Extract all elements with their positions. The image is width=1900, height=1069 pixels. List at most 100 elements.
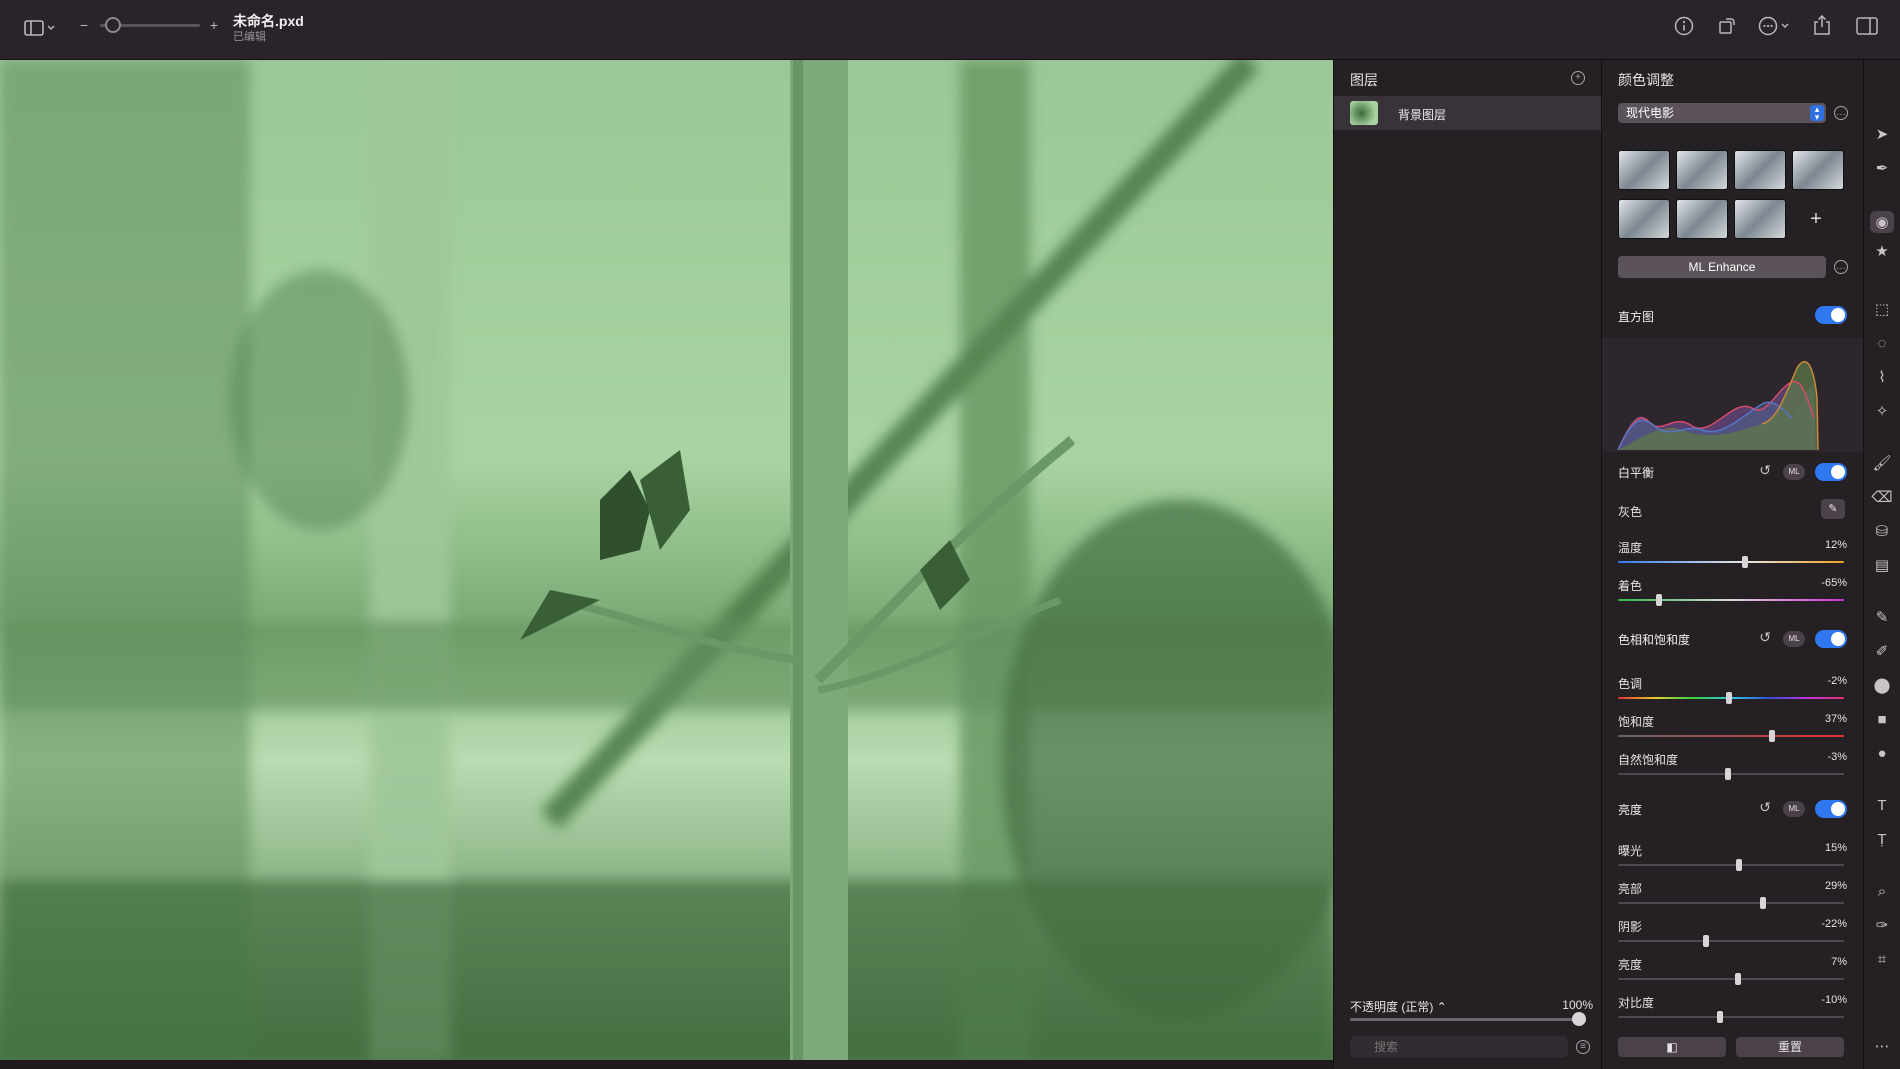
vibrance-slider[interactable] (1618, 768, 1844, 780)
preset-thumbnail[interactable] (1676, 199, 1728, 239)
hue-knob[interactable] (1725, 692, 1732, 704)
preset-thumbnail[interactable] (1618, 199, 1670, 239)
style-tool-icon[interactable]: ✒ (1870, 157, 1894, 179)
contrast-knob[interactable] (1716, 1011, 1723, 1023)
rectangle-tool-icon[interactable]: ■ (1870, 708, 1894, 730)
add-layer-icon[interactable]: + (1571, 71, 1585, 85)
zoom-slider-knob[interactable] (105, 17, 121, 33)
tint-knob[interactable] (1655, 594, 1662, 606)
brightness-slider[interactable] (1618, 973, 1844, 985)
contrast-slider[interactable] (1618, 1011, 1844, 1023)
brightness-knob[interactable] (1734, 973, 1741, 985)
preset-select[interactable]: 现代电影 ▴ ▾ (1618, 103, 1826, 123)
lasso-tool-icon[interactable]: ⌇ (1870, 366, 1894, 388)
opacity-value: 100% (1562, 998, 1593, 1012)
hue-saturation-toggle[interactable] (1815, 630, 1847, 648)
tint-value: -65% (1821, 577, 1847, 589)
compare-icon: ◧ (1666, 1040, 1678, 1054)
hue-slider[interactable] (1618, 692, 1844, 704)
pencil-tool-icon[interactable]: ✐ (1870, 640, 1894, 662)
lightness-ml-button[interactable]: ML (1783, 801, 1805, 817)
color-adjust-tool-icon[interactable]: ◉ (1870, 211, 1894, 233)
image-canvas[interactable] (0, 60, 1333, 1060)
ellipse-select-tool-icon[interactable]: ◌ (1870, 332, 1894, 354)
share-icon[interactable] (1810, 12, 1834, 38)
highlights-knob[interactable] (1759, 897, 1766, 909)
preset-thumbnail[interactable] (1792, 150, 1844, 190)
add-preset-button[interactable]: + (1790, 199, 1842, 239)
paint-bucket-icon[interactable]: ⛁ (1870, 520, 1894, 542)
magic-select-tool-icon[interactable]: ✧ (1870, 400, 1894, 422)
paint-brush-icon[interactable]: 🖌 (1870, 452, 1894, 474)
tools-sidebar: ➤ ✒ ◉ ★ ⬚ ◌ ⌇ ✧ 🖌 ⌫ ⛁ ▤ ✎ ✐ ⬤ ■ ● T Ṭ ⌕ … (1863, 60, 1900, 1069)
ml-enhance-options-icon[interactable]: … (1834, 260, 1848, 274)
tint-slider[interactable] (1618, 594, 1844, 606)
preset-name: 现代电影 (1626, 106, 1675, 120)
exposure-knob[interactable] (1735, 859, 1742, 871)
layer-row[interactable]: 背景图层 (1334, 96, 1602, 130)
opacity-slider-track[interactable] (1350, 1018, 1580, 1021)
effects-tool-icon[interactable]: ★ (1870, 240, 1894, 262)
ellipse-tool-icon[interactable]: ● (1870, 742, 1894, 764)
white-balance-toggle[interactable] (1815, 463, 1847, 481)
more-tools-icon[interactable]: ⋯ (1870, 1035, 1894, 1057)
shadows-slider[interactable] (1618, 935, 1844, 947)
temperature-label: 温度 (1618, 541, 1643, 555)
white-balance-ml-button[interactable]: ML (1783, 464, 1805, 480)
exposure-value: 15% (1824, 842, 1847, 854)
filter-icon[interactable]: ≡ (1576, 1040, 1590, 1054)
histogram-title: 直方图 (1618, 310, 1655, 324)
temperature-slider[interactable] (1618, 556, 1844, 568)
opacity-slider-knob[interactable] (1572, 1012, 1586, 1026)
ml-enhance-button[interactable]: ML Enhance (1618, 256, 1826, 278)
reset-button[interactable]: 重置 (1736, 1037, 1844, 1057)
gradient-tool-icon[interactable]: ▤ (1870, 554, 1894, 576)
hue-saturation-ml-button[interactable]: ML (1783, 631, 1805, 647)
vibrance-knob[interactable] (1724, 768, 1731, 780)
text-on-path-tool-icon[interactable]: Ṭ (1870, 828, 1894, 850)
zoom-in-button[interactable]: + (206, 14, 222, 36)
crop-tool-icon[interactable]: ⌗ (1870, 948, 1894, 970)
shadows-knob[interactable] (1703, 935, 1710, 947)
reset-hue-saturation-icon[interactable]: ↺ (1759, 629, 1771, 646)
opacity-blend-mode-label[interactable]: 不透明度 (正常) ⌃ (1350, 998, 1447, 1015)
eyedropper-icon[interactable]: ✎ (1821, 499, 1845, 519)
inspector-toggle-icon[interactable] (1854, 14, 1880, 38)
text-tool-icon[interactable]: T (1870, 794, 1894, 816)
rotate-icon[interactable] (1715, 14, 1739, 38)
zoom-out-button[interactable]: − (76, 14, 92, 36)
layer-search-input[interactable] (1350, 1036, 1568, 1058)
color-adjustments-panel: 颜色调整 现代电影 ▴ ▾ … + ML Enhance … 直方图 白平衡 ↺ … (1601, 60, 1863, 1069)
shapes-tool-icon[interactable]: ⬤ (1870, 674, 1894, 696)
saturation-slider[interactable] (1618, 730, 1844, 742)
highlights-slider[interactable] (1618, 897, 1844, 909)
info-icon[interactable] (1672, 14, 1696, 38)
preset-thumbnail[interactable] (1734, 199, 1786, 239)
exposure-slider[interactable] (1618, 859, 1844, 871)
temperature-knob[interactable] (1741, 556, 1748, 568)
arrow-tool-icon[interactable]: ➤ (1870, 123, 1894, 145)
layers-panel: 图层 + 背景图层 不透明度 (正常) ⌃ 100% ≡ (1333, 60, 1602, 1069)
histogram-toggle[interactable] (1815, 306, 1847, 324)
saturation-knob[interactable] (1768, 730, 1775, 742)
rect-select-tool-icon[interactable]: ⬚ (1870, 298, 1894, 320)
layer-thumbnail (1350, 101, 1378, 125)
vibrance-label: 自然饱和度 (1618, 753, 1679, 767)
eraser-icon[interactable]: ⌫ (1870, 486, 1894, 508)
lightness-toggle[interactable] (1815, 800, 1847, 818)
preset-thumbnail[interactable] (1618, 150, 1670, 190)
sidebar-toggle-icon[interactable] (22, 17, 58, 39)
preset-options-icon[interactable]: … (1834, 106, 1848, 120)
zoom-tool-icon[interactable]: ⌕ (1870, 880, 1894, 902)
preset-thumbnail[interactable] (1676, 150, 1728, 190)
preset-thumbnail[interactable] (1734, 150, 1786, 190)
reset-white-balance-icon[interactable]: ↺ (1759, 462, 1771, 479)
gray-label: 灰色 (1618, 505, 1643, 519)
more-options-icon[interactable] (1757, 14, 1793, 38)
tint-label: 着色 (1618, 579, 1643, 593)
compare-button[interactable]: ◧ (1618, 1037, 1726, 1057)
reset-lightness-icon[interactable]: ↺ (1759, 799, 1771, 816)
shadows-label: 阴影 (1618, 920, 1643, 934)
color-picker-icon[interactable]: ✑ (1870, 914, 1894, 936)
pen-tool-icon[interactable]: ✎ (1870, 606, 1894, 628)
